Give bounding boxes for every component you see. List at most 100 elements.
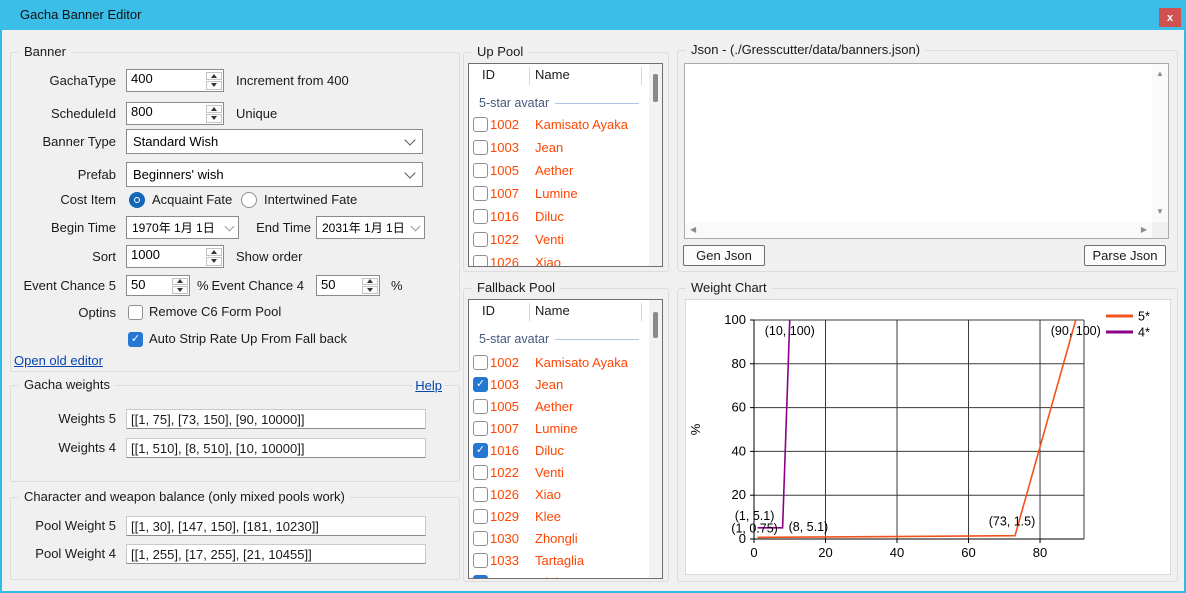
list-item: 1016Diluc — [469, 440, 649, 462]
banner-type-value: Standard Wish — [133, 134, 218, 149]
list-item: 1016Diluc — [469, 206, 649, 228]
spin-up-button[interactable] — [362, 278, 378, 286]
auto-strip-checkbox[interactable] — [128, 332, 143, 347]
pool-item-id: 1005 — [490, 160, 519, 181]
parse-json-button[interactable]: Parse Json — [1084, 245, 1166, 266]
list-scrollbar[interactable] — [649, 64, 662, 266]
schedule-id-label: ScheduleId — [11, 102, 116, 125]
weight-chart-group: Weight Chart 020406080020406080100(10, 1… — [677, 288, 1178, 582]
schedule-id-spinner[interactable]: 800 — [126, 102, 224, 125]
help-link[interactable]: Help — [412, 378, 445, 393]
pool-item-checkbox[interactable] — [473, 209, 488, 224]
pool-item-checkbox[interactable] — [473, 509, 488, 524]
scroll-right-arrow-icon[interactable]: ▶ — [1141, 226, 1147, 234]
spin-up-button[interactable] — [206, 248, 222, 257]
list-item: 1002Kamisato Ayaka — [469, 114, 649, 136]
list-scrollbar[interactable] — [649, 300, 662, 578]
spin-up-button[interactable] — [206, 105, 222, 114]
json-textarea[interactable]: ▲ ▼ ◀ ▶ — [684, 63, 1169, 239]
pool-item-id: 1026 — [490, 484, 519, 505]
end-time-picker[interactable]: 2031年 1月 1日 — [316, 216, 425, 239]
begin-time-picker[interactable]: 1970年 1月 1日 — [126, 216, 239, 239]
banner-type-select[interactable]: Standard Wish — [126, 129, 423, 154]
sort-spinner[interactable]: 1000 — [126, 245, 224, 268]
weights-4-input[interactable] — [126, 438, 426, 458]
acquaint-fate-radio[interactable] — [129, 192, 145, 208]
up-arrow-icon — [211, 250, 217, 254]
fallback-pool-group-label: Fallback Pool — [472, 280, 560, 295]
pool-item-checkbox[interactable] — [473, 232, 488, 247]
svg-text:0: 0 — [750, 545, 757, 560]
prefab-select[interactable]: Beginners' wish — [126, 162, 423, 187]
horizontal-scrollbar[interactable]: ◀ ▶ — [685, 222, 1152, 238]
gacha-type-value: 400 — [127, 70, 205, 91]
list-item: 1003Jean — [469, 137, 649, 159]
svg-text:80: 80 — [732, 356, 746, 371]
schedule-id-hint: Unique — [236, 102, 277, 125]
spin-up-button[interactable] — [206, 72, 222, 81]
pool-item-checkbox[interactable] — [473, 255, 488, 267]
down-arrow-icon — [367, 288, 373, 292]
event-chance-4-value: 50 — [317, 276, 361, 295]
svg-text:40: 40 — [890, 545, 904, 560]
pool-weight-4-input[interactable] — [126, 544, 426, 564]
svg-text:100: 100 — [724, 312, 746, 327]
svg-text:4*: 4* — [1138, 326, 1150, 340]
pool-column-name: Name — [535, 67, 570, 82]
pool-item-checkbox[interactable] — [473, 421, 488, 436]
weights-5-input[interactable] — [126, 409, 426, 429]
svg-text:(1, 0.75): (1, 0.75) — [731, 521, 778, 535]
pool-item-checkbox[interactable] — [473, 399, 488, 414]
pool-item-checkbox[interactable] — [473, 443, 488, 458]
spin-down-button[interactable] — [206, 81, 222, 90]
begin-time-value: 1970年 1月 1日 — [132, 219, 215, 236]
gacha-type-spinner[interactable]: 400 — [126, 69, 224, 92]
spin-down-button[interactable] — [172, 286, 188, 294]
pool-item-name: Venti — [535, 462, 564, 483]
pool-item-id: 1035 — [490, 572, 519, 579]
svg-text:20: 20 — [732, 487, 746, 502]
sort-spin-buttons — [205, 246, 223, 267]
pool-item-checkbox[interactable] — [473, 140, 488, 155]
pool-item-id: 1029 — [490, 506, 519, 527]
pool-item-checkbox[interactable] — [473, 186, 488, 201]
pool-item-checkbox[interactable] — [473, 117, 488, 132]
event-chance-5-spinner[interactable]: 50 — [126, 275, 190, 296]
pool-item-checkbox[interactable] — [473, 531, 488, 546]
gen-json-button[interactable]: Gen Json — [683, 245, 765, 266]
open-old-editor-link[interactable]: Open old editor — [14, 353, 103, 368]
vertical-scrollbar[interactable]: ▲ ▼ — [1152, 64, 1168, 222]
scroll-up-arrow-icon[interactable]: ▲ — [1156, 70, 1164, 78]
close-button[interactable]: x — [1159, 8, 1181, 27]
pool-item-checkbox[interactable] — [473, 575, 488, 579]
spin-down-button[interactable] — [362, 286, 378, 294]
pool-item-checkbox[interactable] — [473, 377, 488, 392]
banner-group: Banner GachaType 400 Increment from 400 … — [10, 52, 460, 372]
spin-down-button[interactable] — [206, 114, 222, 123]
scrollbar-thumb[interactable] — [653, 312, 658, 338]
svg-text:%: % — [688, 423, 703, 435]
intertwined-fate-radio[interactable] — [241, 192, 257, 208]
event-chance-4-spinner[interactable]: 50 — [316, 275, 380, 296]
pool-item-checkbox[interactable] — [473, 355, 488, 370]
pool-item-id: 1007 — [490, 183, 519, 204]
pool-item-checkbox[interactable] — [473, 163, 488, 178]
pool-item-name: Kamisato Ayaka — [535, 352, 628, 373]
weight-chart: 020406080020406080100(10, 100)(90, 100)(… — [686, 300, 1170, 574]
pool-item-checkbox[interactable] — [473, 487, 488, 502]
pool-item-id: 1026 — [490, 252, 519, 267]
scroll-down-arrow-icon[interactable]: ▼ — [1156, 208, 1164, 216]
pool-item-checkbox[interactable] — [473, 553, 488, 568]
svg-text:(10, 100): (10, 100) — [765, 324, 815, 338]
spin-down-button[interactable] — [206, 257, 222, 266]
spin-up-button[interactable] — [172, 278, 188, 286]
section-line — [555, 103, 639, 104]
pool-item-id: 1002 — [490, 352, 519, 373]
remove-c6-checkbox[interactable] — [128, 305, 143, 320]
pool-item-checkbox[interactable] — [473, 465, 488, 480]
pool-item-name: Xiao — [535, 484, 561, 505]
scrollbar-thumb[interactable] — [653, 74, 658, 102]
scroll-left-arrow-icon[interactable]: ◀ — [690, 226, 696, 234]
svg-text:5*: 5* — [1138, 310, 1150, 324]
pool-weight-5-input[interactable] — [126, 516, 426, 536]
